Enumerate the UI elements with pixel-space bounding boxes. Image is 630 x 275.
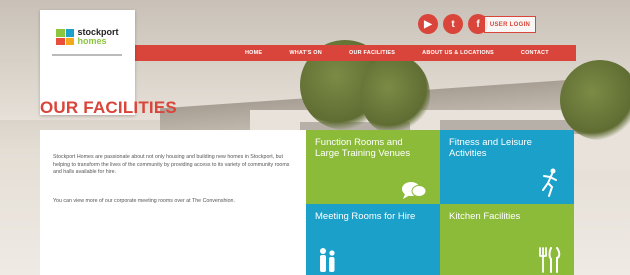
logo-mark: stockport homes — [56, 28, 119, 46]
tree-foliage — [560, 60, 630, 140]
logo-line-2: homes — [77, 36, 107, 46]
tile-title: Meeting Rooms for Hire — [315, 211, 416, 222]
youtube-icon[interactable]: ▶ — [418, 14, 438, 34]
cutlery-icon — [539, 247, 561, 273]
twitter-icon[interactable]: t — [443, 14, 463, 34]
tile-title: Fitness and Leisure Activities — [449, 137, 532, 159]
logo-wordmark: stockport homes — [77, 28, 118, 46]
user-login-button[interactable]: USER LOGIN — [484, 16, 536, 33]
logo-tagline — [52, 54, 122, 56]
page-title: OUR FACILITIES — [40, 98, 177, 117]
people-icon — [320, 248, 335, 272]
nav-item-about-us[interactable]: ABOUT US & LOCATIONS — [422, 50, 494, 56]
nav-item-our-facilities[interactable]: OUR FACILITIES — [349, 50, 395, 56]
logo-grid-icon — [56, 29, 75, 45]
tree-foliage — [360, 55, 430, 135]
nav-item-contact[interactable]: CONTACT — [521, 50, 549, 56]
speech-bubble-icon — [402, 182, 427, 199]
nav-item-home[interactable]: HOME — [245, 50, 262, 56]
tile-title: Kitchen Facilities — [449, 211, 521, 222]
nav-item-whats-on[interactable]: WHAT'S ON — [289, 50, 322, 56]
tile-function-rooms[interactable]: Function Rooms and Large Training Venues — [306, 130, 440, 204]
nav-menu: HOME WHAT'S ON OUR FACILITIES ABOUT US &… — [245, 45, 576, 61]
intro-panel: Stockport Homes are passionate about not… — [40, 130, 306, 275]
tile-kitchen-facilities[interactable]: Kitchen Facilities — [440, 204, 574, 275]
convenshion-paragraph: You can view more of our corporate meeti… — [53, 198, 235, 204]
intro-paragraph: Stockport Homes are passionate about not… — [53, 154, 290, 176]
tile-fitness-leisure[interactable]: Fitness and Leisure Activities — [440, 130, 574, 204]
social-links: ▶ t f — [418, 14, 488, 34]
tile-meeting-rooms[interactable]: Meeting Rooms for Hire — [306, 204, 440, 275]
tile-title: Function Rooms and Large Training Venues — [315, 137, 411, 159]
runner-icon — [542, 168, 557, 197]
